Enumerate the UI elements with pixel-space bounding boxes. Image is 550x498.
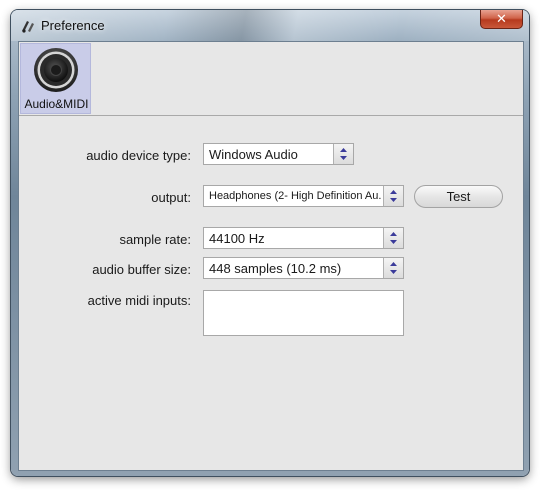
tab-audio-midi[interactable]: Audio&MIDI bbox=[20, 43, 91, 114]
app-icon bbox=[22, 21, 34, 33]
speaker-icon bbox=[34, 48, 78, 92]
window-title: Preference bbox=[41, 18, 105, 33]
buffer-size-value: 448 samples (10.2 ms) bbox=[209, 261, 342, 276]
tab-bar: Audio&MIDI bbox=[19, 42, 523, 116]
preference-content: Audio&MIDI audio device type: Windows Au… bbox=[18, 41, 524, 471]
updown-arrows-icon[interactable] bbox=[383, 186, 403, 206]
updown-arrows-icon[interactable] bbox=[333, 144, 353, 164]
audio-device-type-value: Windows Audio bbox=[209, 147, 298, 162]
sample-rate-select[interactable]: 44100 Hz bbox=[203, 227, 404, 249]
buffer-size-select[interactable]: 448 samples (10.2 ms) bbox=[203, 257, 404, 279]
audio-device-type-select[interactable]: Windows Audio bbox=[203, 143, 354, 165]
audio-device-type-label: audio device type: bbox=[86, 148, 191, 163]
close-button[interactable]: ✕ bbox=[480, 10, 523, 29]
sample-rate-label: sample rate: bbox=[119, 232, 191, 247]
test-button[interactable]: Test bbox=[414, 185, 503, 208]
sample-rate-value: 44100 Hz bbox=[209, 231, 265, 246]
close-icon: ✕ bbox=[496, 11, 507, 26]
updown-arrows-icon[interactable] bbox=[383, 258, 403, 278]
buffer-size-label: audio buffer size: bbox=[92, 262, 191, 277]
tab-audio-midi-label: Audio&MIDI bbox=[24, 97, 89, 111]
midi-inputs-list[interactable] bbox=[203, 290, 404, 336]
output-value: Headphones (2- High Definition Au... bbox=[209, 190, 381, 202]
title-bar[interactable]: Preference ✕ bbox=[11, 10, 529, 41]
midi-inputs-label: active midi inputs: bbox=[87, 293, 191, 308]
preference-window: Preference ✕ Audio&MIDI audio device typ… bbox=[11, 10, 529, 476]
updown-arrows-icon[interactable] bbox=[383, 228, 403, 248]
output-label: output: bbox=[151, 190, 191, 205]
output-select[interactable]: Headphones (2- High Definition Au... bbox=[203, 185, 404, 207]
